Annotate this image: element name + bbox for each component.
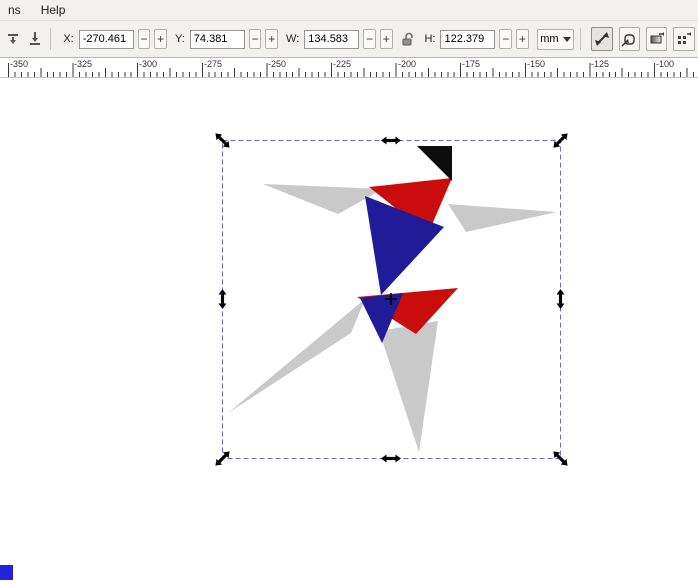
move-patterns-icon (678, 32, 692, 44)
lower-to-bottom-icon (29, 32, 40, 45)
menu-item-extensions[interactable]: ns (6, 2, 23, 18)
y-field-label: Y: (174, 33, 185, 45)
ruler-label: -175 (462, 59, 481, 69)
inkscape-window: ns Help X: − + Y: − + (0, 0, 698, 585)
scale-corners-toggle[interactable] (618, 27, 640, 51)
ruler-label: -100 (656, 59, 675, 69)
w-increment-button[interactable]: + (379, 29, 393, 49)
runner-right-arm (448, 204, 557, 232)
ruler-label: -200 (398, 59, 417, 69)
x-field-input[interactable] (78, 29, 134, 49)
move-patterns-toggle[interactable] (673, 27, 695, 51)
scale-stroke-toggle[interactable] (591, 27, 613, 51)
ruler-label: -125 (591, 59, 610, 69)
lower-one-step-button[interactable] (3, 28, 23, 50)
ruler-label: -225 (333, 59, 352, 69)
runner-head (417, 146, 452, 181)
h-field-input[interactable] (440, 29, 496, 49)
w-field-label: W: (286, 33, 300, 45)
horizontal-ruler[interactable]: -350 -325 -300 -275 -250 -225 -200 -175 … (0, 58, 698, 78)
h-decrement-button[interactable]: − (499, 29, 513, 49)
units-dropdown[interactable]: mm (536, 28, 575, 50)
w-field-input[interactable] (304, 29, 360, 49)
canvas[interactable] (0, 78, 698, 585)
move-gradients-toggle[interactable] (646, 27, 668, 51)
dropdown-caret-icon (562, 36, 571, 42)
move-gradients-icon (650, 32, 664, 44)
h-increment-button[interactable]: + (516, 29, 529, 49)
ruler-label: -325 (74, 59, 93, 69)
runner-right-leg (379, 321, 438, 452)
menu-item-help[interactable]: Help (39, 2, 68, 18)
selection-handle-top-center[interactable] (381, 136, 401, 145)
y-decrement-button[interactable]: − (248, 29, 262, 49)
selection-toolbar: X: − + Y: − + W: − + H: − + mm (0, 21, 698, 58)
selection-handle-bottom-center[interactable] (381, 454, 401, 463)
selection-handle-middle-right[interactable] (556, 289, 565, 309)
ruler-label: -300 (139, 59, 158, 69)
x-decrement-button[interactable]: − (137, 29, 151, 49)
scale-corners-icon (621, 34, 635, 47)
lower-one-step-icon (7, 34, 18, 44)
h-field-label: H: (424, 33, 436, 45)
toolbar-separator (580, 28, 582, 50)
lock-ratio-button[interactable] (399, 28, 417, 50)
ruler-label: -150 (527, 59, 546, 69)
x-field-label: X: (63, 33, 74, 45)
runner-left-arm (263, 184, 383, 214)
lock-open-icon (402, 32, 413, 45)
units-value: mm (540, 33, 559, 45)
fill-color-swatch[interactable] (0, 565, 13, 580)
ruler-label: -275 (204, 59, 223, 69)
ruler-label: -250 (268, 59, 287, 69)
lower-to-bottom-button[interactable] (25, 28, 45, 50)
toolbar-separator (50, 28, 52, 50)
y-increment-button[interactable]: + (265, 29, 279, 49)
selection-handle-middle-left[interactable] (218, 289, 227, 309)
menu-bar: ns Help (0, 0, 698, 21)
x-increment-button[interactable]: + (154, 29, 167, 49)
w-decrement-button[interactable]: − (363, 29, 376, 49)
scale-stroke-icon (594, 32, 609, 46)
ruler-label: -350 (10, 59, 29, 69)
y-field-input[interactable] (189, 29, 245, 49)
runner-left-leg (228, 299, 365, 413)
